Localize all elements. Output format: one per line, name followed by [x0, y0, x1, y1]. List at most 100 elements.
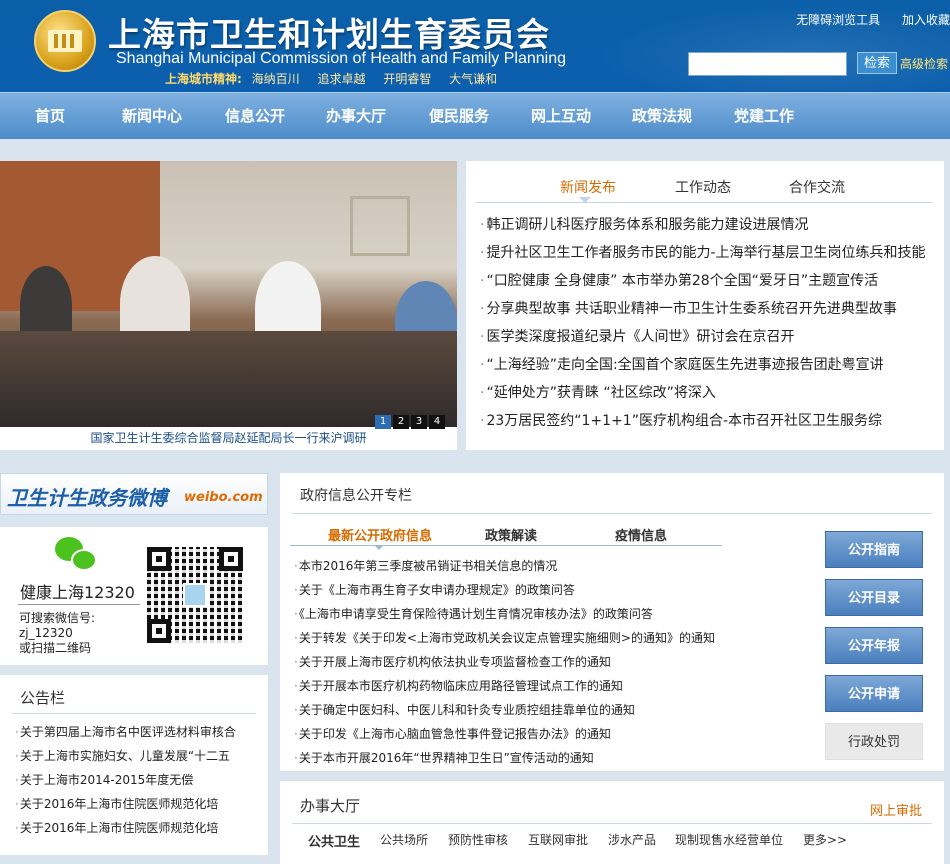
accessibility-link[interactable]: 无障碍浏览工具 — [796, 13, 880, 27]
wechat-id: zj_12320 — [19, 626, 73, 640]
slide-page-1[interactable]: 1 — [375, 415, 391, 429]
nav-party-building[interactable]: 党建工作 — [734, 93, 794, 140]
slide-page-4[interactable]: 4 — [429, 415, 445, 429]
nav-online-interaction[interactable]: 网上互动 — [531, 93, 591, 140]
slideshow-caption[interactable]: 国家卫生计生委综合监督局赵延配局长一行来沪调研 — [0, 429, 457, 446]
city-spirit-item: 海纳百川 — [251, 72, 300, 86]
divider — [292, 513, 932, 514]
divider — [18, 604, 140, 605]
gov-info-item[interactable]: 本市2016年第三季度被吊销证书相关信息的情况 — [294, 554, 724, 578]
slideshow-photo[interactable] — [0, 161, 457, 427]
nav-policies[interactable]: 政策法规 — [632, 93, 692, 140]
disclosure-guide-button[interactable]: 公开指南 — [825, 531, 923, 568]
city-spirit-item: 开明睿智 — [383, 72, 432, 86]
tab-preventive-review[interactable]: 预防性审核 — [448, 831, 508, 848]
divider — [292, 823, 932, 824]
service-hall-panel: 办事大厅 网上审批 公共卫生 公共场所 预防性审核 互联网审批 涉水产品 现制现… — [280, 781, 944, 864]
gov-info-list: 本市2016年第三季度被吊销证书相关信息的情况 关于《上海市再生育子女申请办理规… — [294, 554, 724, 770]
add-favorite-link[interactable]: 加入收藏 — [902, 13, 950, 27]
gov-info-tabs: 最新公开政府信息 政策解读 疫情信息 — [290, 521, 722, 546]
more-link[interactable]: 更多>> — [803, 831, 847, 848]
gov-info-panel: 政府信息公开专栏 最新公开政府信息 政策解读 疫情信息 本市2016年第三季度被… — [280, 473, 944, 771]
news-tabs: 新闻发布 工作动态 合作交流 — [476, 173, 932, 203]
notice-item[interactable]: 关于第四届上海市名中医评选材料审核合 — [15, 720, 265, 744]
advanced-search-link[interactable]: 高级检索 — [900, 55, 948, 72]
tab-internet-approval[interactable]: 互联网审批 — [528, 831, 588, 848]
news-list: 韩正调研儿科医疗服务体系和服务能力建设进展情况 提升社区卫生工作者服务市民的能力… — [480, 211, 940, 435]
city-spirit-item: 追求卓越 — [317, 72, 366, 86]
disclosure-catalog-button[interactable]: 公开目录 — [825, 579, 923, 616]
gov-info-item[interactable]: 关于《上海市再生育子女申请办理规定》的政策问答 — [294, 578, 724, 602]
tab-policy-interpretation[interactable]: 政策解读 — [485, 525, 537, 544]
divider — [12, 713, 256, 714]
notice-item[interactable]: 关于2016年上海市住院医师规范化培 — [15, 816, 265, 840]
gov-info-item[interactable]: 关于印发《上海市心脑血管急性事件登记报告办法》的通知 — [294, 722, 724, 746]
gov-info-item[interactable]: 关于本市开展2016年“世界精神卫生日”宣传活动的通知 — [294, 746, 724, 770]
tab-latest-disclosure[interactable]: 最新公开政府信息 — [328, 525, 432, 544]
tab-epidemic-info[interactable]: 疫情信息 — [615, 525, 667, 544]
wechat-icon — [55, 537, 99, 571]
news-panel: 新闻发布 工作动态 合作交流 韩正调研儿科医疗服务体系和服务能力建设进展情况 提… — [466, 161, 944, 450]
tab-cooperation[interactable]: 合作交流 — [789, 177, 845, 197]
nav-home[interactable]: 首页 — [35, 93, 65, 140]
gov-info-title: 政府信息公开专栏 — [300, 488, 412, 504]
news-item[interactable]: “口腔健康 全身健康” 本市举办第28个全国“爱牙日”主题宣传活 — [480, 267, 940, 295]
gov-info-item[interactable]: 关于开展本市医疗机构药物临床应用路径管理试点工作的通知 — [294, 674, 724, 698]
news-item[interactable]: 23万居民签约“1+1+1”医疗机构组合-本市召开社区卫生服务综 — [480, 407, 940, 435]
news-item[interactable]: 分享典型故事 共话职业精神一市卫生计生委系统召开先进典型故事 — [480, 295, 940, 323]
service-hall-title: 办事大厅 — [300, 797, 361, 815]
slide-page-2[interactable]: 2 — [393, 415, 409, 429]
main-nav: 首页 新闻中心 信息公开 办事大厅 便民服务 网上互动 政策法规 党建工作 — [0, 92, 950, 139]
gov-info-item[interactable]: 关于确定中医妇科、中医儿科和针灸专业质控组挂靠单位的通知 — [294, 698, 724, 722]
wechat-hint-line: 可搜索微信号: — [19, 611, 96, 625]
notice-title: 公告栏 — [20, 689, 66, 707]
search-button[interactable]: 检索 — [857, 52, 897, 74]
tab-indicator — [374, 545, 384, 550]
news-item[interactable]: “延伸处方”获青睐 “社区综改”将深入 — [480, 379, 940, 407]
news-item[interactable]: “上海经验”走向全国:全国首个家庭医生先进事迹报告团赴粤宣讲 — [480, 351, 940, 379]
online-review-link[interactable]: 网上审批 — [870, 800, 922, 819]
notice-list: 关于第四届上海市名中医评选材料审核合 关于上海市实施妇女、儿童发展“十二五 关于… — [15, 720, 265, 840]
gov-info-item[interactable]: 《上海市申请享受生育保险待遇计划生育情况审核办法》的政策问答 — [294, 602, 724, 626]
notice-board: 公告栏 关于第四届上海市名中医评选材料审核合 关于上海市实施妇女、儿童发展“十二… — [0, 675, 268, 855]
nav-news-center[interactable]: 新闻中心 — [122, 93, 182, 140]
top-links: 无障碍浏览工具 加入收藏 — [778, 11, 950, 28]
nav-info-disclosure[interactable]: 信息公开 — [225, 93, 285, 140]
wechat-panel: 健康上海12320 可搜索微信号: zj_12320 或扫描二维码 — [0, 527, 268, 665]
tab-water-products[interactable]: 涉水产品 — [608, 831, 656, 848]
nav-service-hall[interactable]: 办事大厅 — [326, 93, 386, 140]
wechat-qr-code — [147, 547, 243, 643]
news-item[interactable]: 医学类深度报道纪录片《人间世》研讨会在京召开 — [480, 323, 940, 351]
notice-item[interactable]: 关于2016年上海市住院医师规范化培 — [15, 792, 265, 816]
wechat-account-name: 健康上海12320 — [20, 583, 135, 602]
slide-page-3[interactable]: 3 — [411, 415, 427, 429]
wechat-hint: 可搜索微信号: zj_12320 或扫描二维码 — [19, 611, 95, 656]
gov-info-item[interactable]: 关于开展上海市医疗机构依法执业专项监督检查工作的通知 — [294, 650, 724, 674]
search-input[interactable] — [688, 52, 847, 76]
disclosure-request-button[interactable]: 公开申请 — [825, 675, 923, 712]
city-spirit-label: 上海城市精神: — [165, 72, 242, 86]
tab-public-health[interactable]: 公共卫生 — [308, 831, 360, 850]
tab-indicator — [579, 197, 591, 203]
news-item[interactable]: 提升社区卫生工作者服务市民的能力-上海举行基层卫生岗位练兵和技能 — [480, 239, 940, 267]
gov-info-item[interactable]: 关于转发《关于印发<上海市党政机关会议定点管理实施细则>的通知》的通知 — [294, 626, 724, 650]
city-spirit-item: 大气谦和 — [449, 72, 498, 86]
news-item[interactable]: 韩正调研儿科医疗服务体系和服务能力建设进展情况 — [480, 211, 940, 239]
news-slideshow: 1234 国家卫生计生委综合监督局赵延配局长一行来沪调研 — [0, 161, 457, 450]
tab-public-places[interactable]: 公共场所 — [380, 831, 428, 848]
notice-item[interactable]: 关于上海市2014-2015年度无偿 — [15, 768, 265, 792]
weibo-title: 卫生计生政务微博 — [7, 486, 167, 510]
tab-news-release[interactable]: 新闻发布 — [560, 177, 616, 197]
tab-work-updates[interactable]: 工作动态 — [675, 177, 731, 197]
site-title-en: Shanghai Municipal Commission of Health … — [116, 50, 567, 67]
slideshow-pager: 1234 — [375, 413, 447, 429]
administrative-penalty-button[interactable]: 行政处罚 — [825, 723, 923, 760]
commission-logo[interactable] — [34, 10, 96, 72]
nav-public-services[interactable]: 便民服务 — [429, 93, 489, 140]
service-hall-tabs: 公共卫生 公共场所 预防性审核 互联网审批 涉水产品 现制现售水经营单位 更多>… — [280, 831, 944, 851]
site-header: 上海市卫生和计划生育委员会 Shanghai Municipal Commiss… — [0, 0, 950, 92]
disclosure-annual-report-button[interactable]: 公开年报 — [825, 627, 923, 664]
tab-water-vendors[interactable]: 现制现售水经营单位 — [675, 831, 783, 848]
notice-item[interactable]: 关于上海市实施妇女、儿童发展“十二五 — [15, 744, 265, 768]
weibo-banner[interactable]: 卫生计生政务微博 weibo.com — [0, 473, 268, 515]
